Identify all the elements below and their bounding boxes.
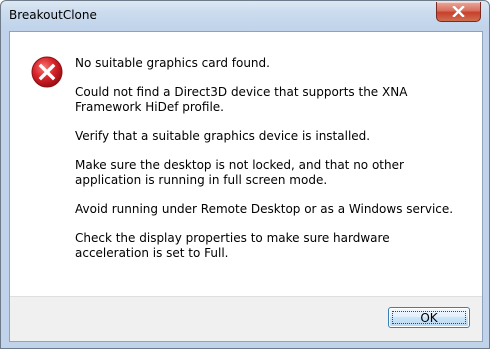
message-line: Could not find a Direct3D device that su… <box>75 85 408 114</box>
button-bar: OK <box>10 296 482 341</box>
message-line: No suitable graphics card found. <box>75 56 270 70</box>
close-button[interactable] <box>436 2 481 22</box>
dialog-body: No suitable graphics card found. Could n… <box>9 31 483 342</box>
ok-button-label: OK <box>420 310 438 325</box>
message-line: Check the display properties to make sur… <box>75 231 390 260</box>
dialog-window: BreakoutClone No suitable graphics card … <box>0 0 490 349</box>
ok-button[interactable]: OK <box>388 307 470 328</box>
error-icon <box>31 56 63 88</box>
title-bar[interactable]: BreakoutClone <box>1 1 489 31</box>
message-line: Avoid running under Remote Desktop or as… <box>75 202 454 216</box>
close-icon <box>452 6 465 17</box>
message-line: Verify that a suitable graphics device i… <box>75 129 371 143</box>
error-message: No suitable graphics card found. Could n… <box>75 56 465 275</box>
message-line: Make sure the desktop is not locked, and… <box>75 158 404 187</box>
window-title: BreakoutClone <box>9 8 97 22</box>
